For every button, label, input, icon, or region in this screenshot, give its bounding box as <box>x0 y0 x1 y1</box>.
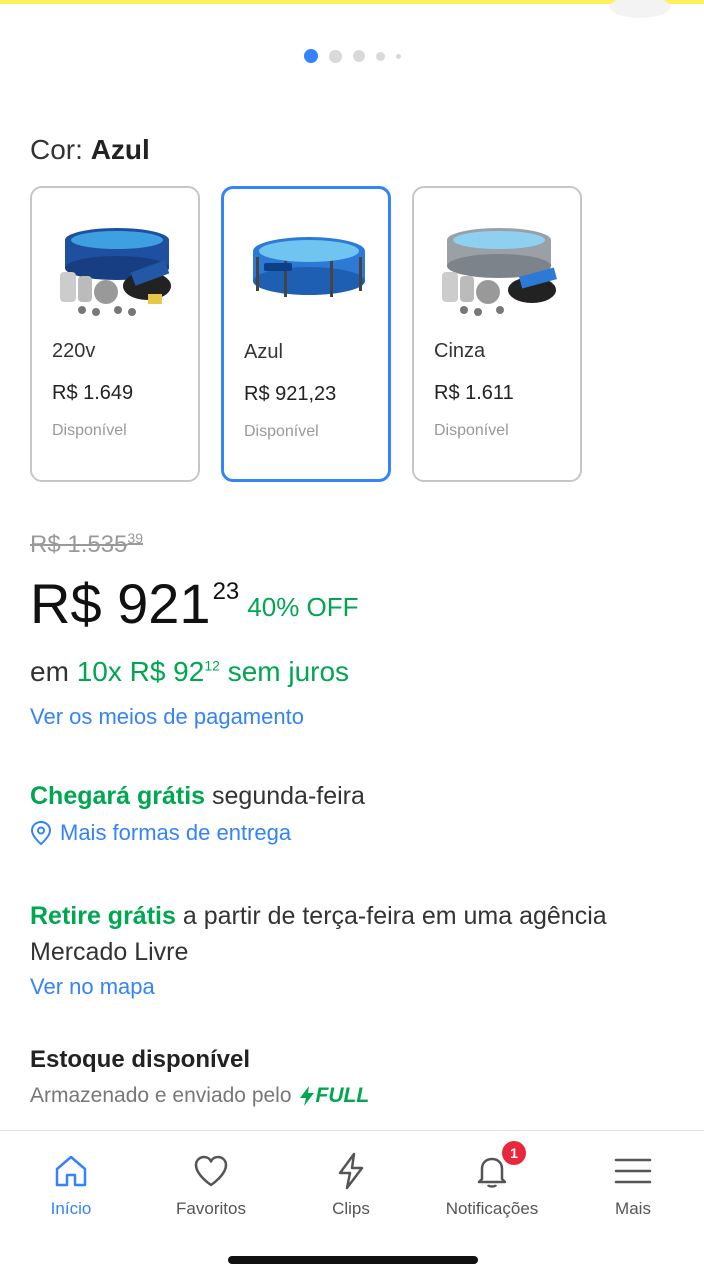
free-shipping-label: Chegará grátis <box>30 782 206 810</box>
full-badge: FULL <box>298 1084 370 1108</box>
carousel-indicator <box>0 48 704 64</box>
price-value: R$ 921 <box>30 572 211 635</box>
full-label: FULL <box>315 1084 370 1107</box>
carousel-dot[interactable] <box>352 50 365 62</box>
installments-info: em 10x R$ 9212 sem juros <box>30 656 349 688</box>
stock-title: Estoque disponível <box>30 1046 251 1073</box>
current-price: R$ 921 23 40% OFF <box>30 572 359 638</box>
tab-label: Notificações <box>445 1199 539 1218</box>
installments-value-group: 10x R$ 9212 sem juros <box>77 656 349 687</box>
view-on-map-link[interactable]: Ver no mapa <box>30 974 155 1000</box>
price-cents: 23 <box>212 578 240 605</box>
carousel-dot[interactable] <box>328 49 342 63</box>
tab-label: Mais <box>615 1199 651 1218</box>
pool-product-image <box>60 228 171 316</box>
tab-favoritos[interactable]: Favoritos <box>141 1145 281 1245</box>
installments-value: 10x R$ 92 <box>76 656 205 687</box>
stock-subtitle: Armazenado e enviado pelo FULL <box>30 1084 369 1108</box>
variant-price: R$ 921,23 <box>244 383 337 405</box>
pickup-info: Retire grátis a partir de terça-feira em… <box>30 898 680 970</box>
variant-availability: Disponível <box>434 422 509 439</box>
installments-prefix: em <box>30 656 69 687</box>
variant-name: Cinza <box>434 340 486 362</box>
variant-availability: Disponível <box>52 422 127 439</box>
tab-notificacoes[interactable]: 1 Notificações <box>422 1141 562 1245</box>
tab-mais[interactable]: Mais <box>563 1145 703 1245</box>
variant-card-cinza[interactable]: Cinza R$ 1.611 Disponível <box>412 186 582 482</box>
color-label: Cor: Azul <box>30 134 150 166</box>
home-indicator <box>228 1256 478 1264</box>
carousel-dot[interactable] <box>395 53 401 59</box>
installments-suffix: sem juros <box>227 656 350 687</box>
original-price-value: R$ 1.535 <box>30 531 128 558</box>
tab-label: Clips <box>332 1199 370 1218</box>
shipping-day: segunda-feira <box>212 782 365 810</box>
variant-card-azul[interactable]: Azul R$ 921,23 Disponível <box>221 186 391 482</box>
tab-inicio[interactable]: Início <box>1 1145 141 1245</box>
pool-product-image <box>442 228 557 316</box>
payment-methods-link[interactable]: Ver os meios de pagamento <box>30 704 304 730</box>
lightning-full-icon <box>299 1086 314 1106</box>
top-corner-shape <box>610 0 670 18</box>
free-pickup-label: Retire grátis <box>30 902 176 930</box>
installments-cents: 12 <box>204 657 220 674</box>
original-price-cents: 39 <box>127 530 143 546</box>
variant-price: R$ 1.611 <box>434 382 514 404</box>
heart-icon <box>194 1155 228 1187</box>
color-label-prefix: Cor: <box>30 134 83 165</box>
top-brand-bar <box>0 0 704 4</box>
tab-label: Início <box>50 1199 92 1218</box>
discount-badge: 40% OFF <box>247 592 359 622</box>
stock-subtitle-text: Armazenado e enviado pelo <box>30 1084 292 1107</box>
lightning-icon <box>338 1152 364 1190</box>
carousel-dot[interactable] <box>375 51 385 61</box>
carousel-dot-active[interactable] <box>303 49 318 63</box>
variant-name: 220v <box>52 340 96 362</box>
notification-badge: 1 <box>502 1141 526 1165</box>
home-icon <box>55 1155 87 1187</box>
variant-name: Azul <box>244 341 283 363</box>
menu-icon <box>614 1158 652 1184</box>
more-delivery-options-label: Mais formas de entrega <box>60 820 292 845</box>
selected-color: Azul <box>90 134 150 165</box>
pool-product-image <box>253 237 365 297</box>
variant-price: R$ 1.649 <box>52 382 134 404</box>
tab-clips[interactable]: Clips <box>281 1145 421 1245</box>
location-pin-icon <box>30 820 52 846</box>
shipping-info: Chegará grátis segunda-feira <box>30 782 365 811</box>
variant-availability: Disponível <box>244 423 319 440</box>
original-price: R$ 1.53539 <box>30 530 143 559</box>
tab-label: Favoritos <box>176 1199 246 1218</box>
variant-card-220v[interactable]: 220v R$ 1.649 Disponível <box>30 186 200 482</box>
more-delivery-options-link[interactable]: Mais formas de entrega <box>30 820 291 846</box>
